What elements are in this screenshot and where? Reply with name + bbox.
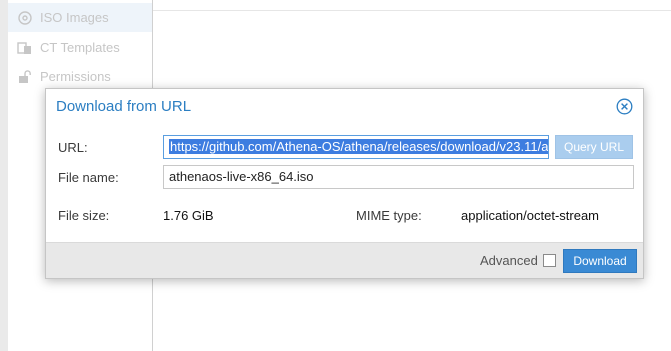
filesize-value: 1.76 GiB bbox=[163, 208, 214, 223]
download-button[interactable]: Download bbox=[563, 249, 637, 273]
close-icon[interactable] bbox=[616, 98, 633, 115]
url-input-text: https://github.com/Athena-OS/athena/rele… bbox=[169, 139, 548, 154]
dialog-footer: Advanced Download bbox=[46, 242, 643, 278]
filename-input-text: athenaos-live-x86_64.iso bbox=[169, 169, 314, 184]
url-label: URL: bbox=[58, 140, 88, 155]
sidebar-item-permissions[interactable]: Permissions bbox=[8, 62, 152, 91]
sidebar-item-label: ISO Images bbox=[40, 10, 109, 25]
mime-type-value: application/octet-stream bbox=[461, 208, 600, 223]
advanced-label: Advanced bbox=[480, 253, 538, 268]
query-url-button[interactable]: Query URL bbox=[555, 135, 633, 159]
download-url-dialog: Download from URL URL: https://github.co… bbox=[45, 88, 644, 279]
sidebar-item-iso-images[interactable]: ISO Images bbox=[8, 3, 152, 32]
filename-input[interactable]: athenaos-live-x86_64.iso bbox=[163, 165, 634, 189]
url-input[interactable]: https://github.com/Athena-OS/athena/rele… bbox=[163, 135, 549, 159]
sidebar-item-label: CT Templates bbox=[40, 40, 120, 55]
dialog-title: Download from URL bbox=[56, 98, 192, 115]
filename-label: File name: bbox=[58, 170, 119, 185]
unlock-icon bbox=[16, 69, 34, 85]
toolbar-divider bbox=[153, 10, 671, 11]
sidebar-item-ct-templates[interactable]: CT Templates bbox=[8, 33, 152, 62]
dialog-header: Download from URL bbox=[46, 89, 643, 125]
filesize-label: File size: bbox=[58, 208, 110, 223]
sidebar-item-label: Permissions bbox=[40, 69, 111, 84]
template-icon bbox=[16, 40, 34, 56]
advanced-checkbox[interactable] bbox=[543, 254, 556, 267]
tree-indent-strip bbox=[0, 0, 8, 351]
mime-type-label: MIME type: bbox=[356, 208, 422, 223]
disc-icon bbox=[16, 10, 34, 26]
